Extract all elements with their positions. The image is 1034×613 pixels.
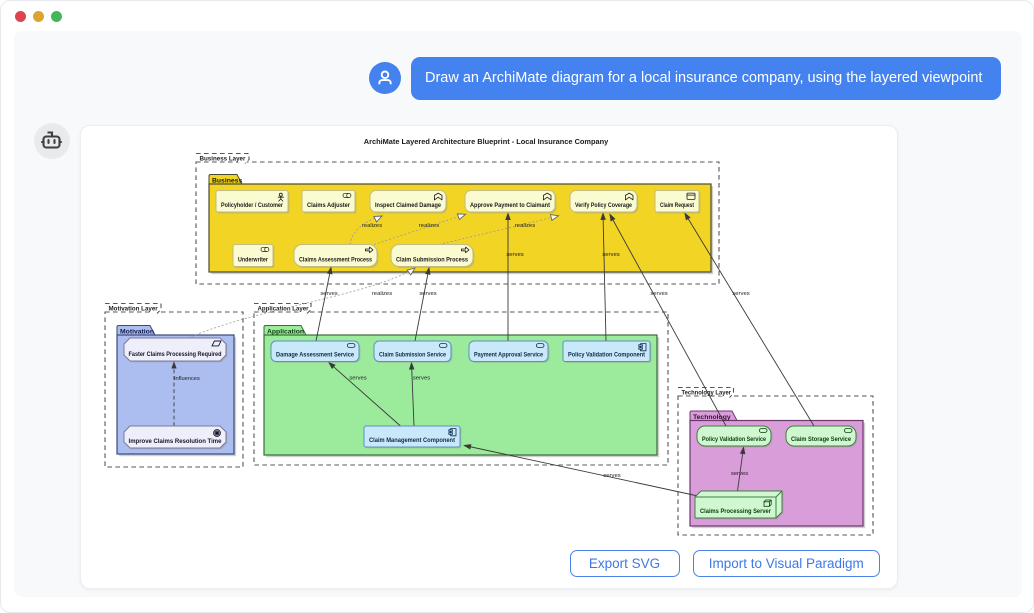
svg-text:Application Layer: Application Layer xyxy=(258,306,310,313)
svg-text:Technology: Technology xyxy=(693,414,731,421)
svg-text:serves: serves xyxy=(506,252,523,258)
svg-text:Claim Management Component: Claim Management Component xyxy=(369,438,455,444)
svg-text:Faster Claims Processing Requi: Faster Claims Processing Required xyxy=(129,352,222,358)
svg-text:Claim Submission Process: Claim Submission Process xyxy=(396,257,469,263)
svg-text:Motivation Layer: Motivation Layer xyxy=(109,306,159,313)
svg-text:serves: serves xyxy=(602,252,619,258)
svg-text:Motivation: Motivation xyxy=(120,329,154,336)
svg-text:Policy Validation Service: Policy Validation Service xyxy=(702,437,767,443)
svg-text:Claims Adjuster: Claims Adjuster xyxy=(307,203,351,209)
svg-text:influences: influences xyxy=(174,376,200,382)
svg-text:Underwriter: Underwriter xyxy=(238,257,269,263)
svg-text:serves: serves xyxy=(419,291,436,297)
svg-text:serves: serves xyxy=(349,376,366,382)
svg-text:Claims Processing Server: Claims Processing Server xyxy=(700,509,772,515)
svg-text:Claims Assessment Process: Claims Assessment Process xyxy=(299,257,373,263)
svg-text:realizes: realizes xyxy=(372,291,392,297)
svg-text:serves: serves xyxy=(732,291,749,297)
svg-text:Approve Payment to Claimant: Approve Payment to Claimant xyxy=(470,203,550,209)
svg-text:serves: serves xyxy=(413,376,430,382)
svg-text:serves: serves xyxy=(320,291,337,297)
svg-text:Claim Storage Service: Claim Storage Service xyxy=(791,437,852,443)
svg-text:Inspect Claimed Damage: Inspect Claimed Damage xyxy=(375,203,442,209)
svg-text:realizes: realizes xyxy=(419,223,439,229)
svg-text:realizes: realizes xyxy=(362,223,382,229)
svg-text:Improve Claims Resolution Time: Improve Claims Resolution Time xyxy=(129,439,223,445)
svg-text:Business Layer: Business Layer xyxy=(200,156,246,163)
svg-text:serves: serves xyxy=(650,291,667,297)
svg-text:Payment Approval Service: Payment Approval Service xyxy=(474,352,544,358)
svg-text:Business: Business xyxy=(212,178,242,185)
svg-text:ArchiMate Layered Architecture: ArchiMate Layered Architecture Blueprint… xyxy=(364,137,609,146)
svg-text:serves: serves xyxy=(603,473,620,479)
svg-text:Policyholder / Customer: Policyholder / Customer xyxy=(221,203,284,209)
svg-text:Policy Validation Component: Policy Validation Component xyxy=(568,352,645,358)
svg-text:realizes: realizes xyxy=(515,223,535,229)
svg-text:Claim Submission Service: Claim Submission Service xyxy=(379,352,447,358)
svg-text:serves: serves xyxy=(731,471,748,477)
svg-text:Claim Request: Claim Request xyxy=(660,203,694,209)
svg-text:Application: Application xyxy=(267,329,304,336)
svg-text:Damage Assessment Service: Damage Assessment Service xyxy=(276,352,355,358)
svg-text:Verify Policy Coverage: Verify Policy Coverage xyxy=(575,203,633,209)
